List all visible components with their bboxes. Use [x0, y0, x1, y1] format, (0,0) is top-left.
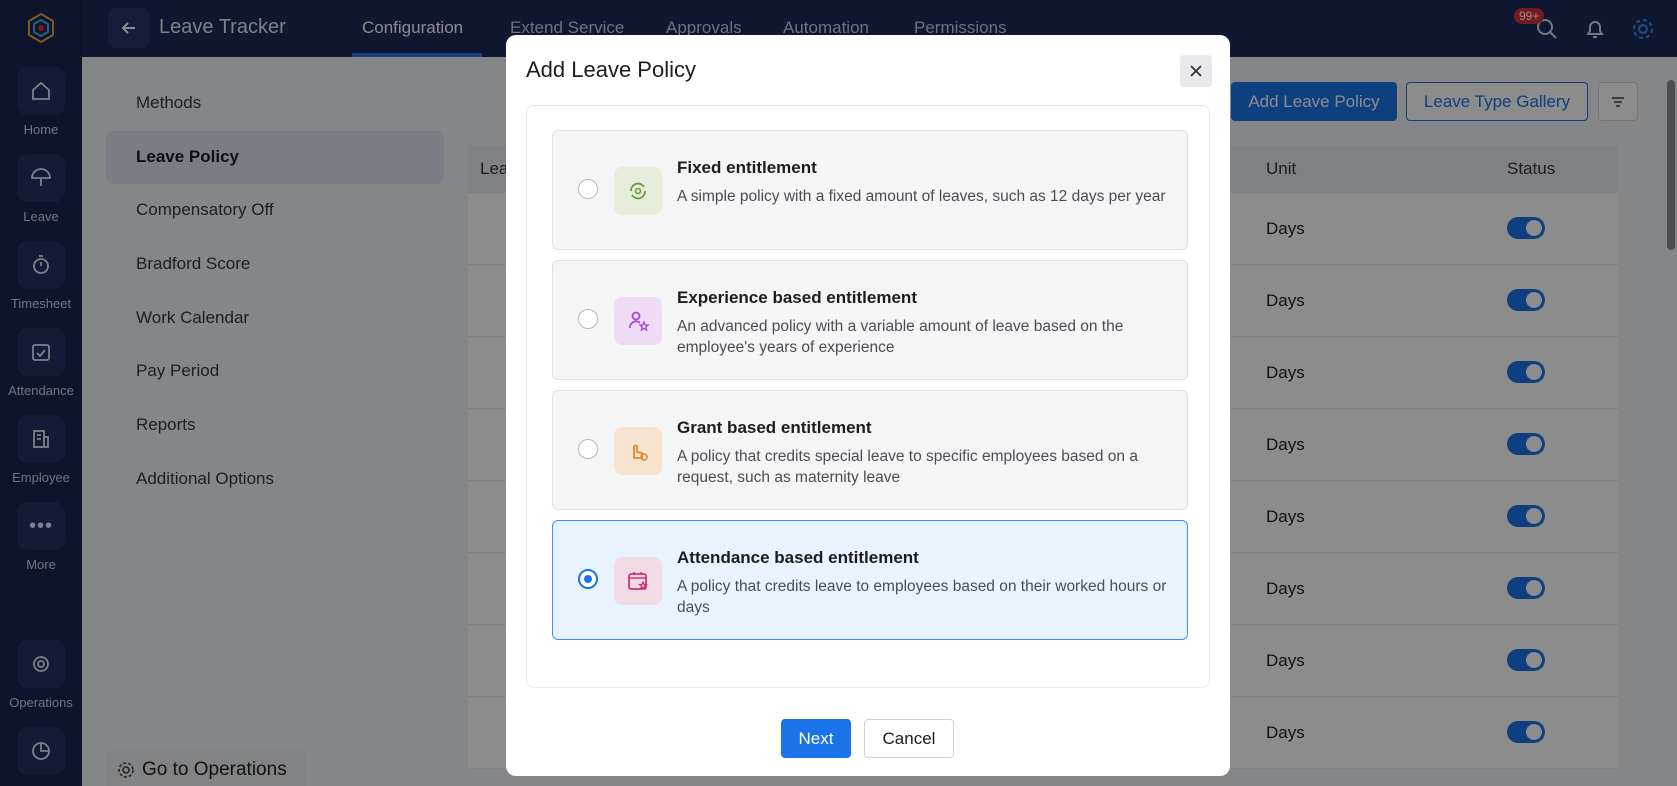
refresh-cycle-icon: [630, 182, 646, 200]
cancel-button[interactable]: Cancel: [864, 719, 954, 758]
close-button[interactable]: [1180, 55, 1212, 87]
option-grant-based-entitlement[interactable]: Grant based entitlement A policy that cr…: [552, 390, 1188, 510]
option-title: Experience based entitlement: [677, 288, 917, 307]
option-icon-tile: [614, 557, 662, 605]
option-description: A policy that credits leave to employees…: [677, 578, 1167, 616]
radio-button[interactable]: [578, 439, 598, 459]
user-star-icon: [629, 311, 650, 332]
option-icon-tile: [614, 427, 662, 475]
option-title: Attendance based entitlement: [677, 548, 919, 567]
calendar-star-icon: [628, 572, 649, 590]
option-description: A policy that credits special leave to s…: [677, 448, 1138, 486]
hand-coin-icon: [633, 444, 648, 461]
radio-button[interactable]: [578, 179, 598, 199]
modal-title: Add Leave Policy: [526, 57, 696, 82]
option-description: A simple policy with a fixed amount of l…: [677, 188, 1166, 205]
option-icon-tile: [614, 297, 662, 345]
next-button[interactable]: Next: [781, 719, 851, 758]
option-title: Grant based entitlement: [677, 418, 872, 437]
policy-options-panel: Fixed entitlement A simple policy with a…: [526, 105, 1210, 688]
option-attendance-based-entitlement[interactable]: Attendance based entitlement A policy th…: [552, 520, 1188, 640]
option-experience-based-entitlement[interactable]: Experience based entitlement An advanced…: [552, 260, 1188, 380]
add-leave-policy-modal: Add Leave Policy Fixed entitlement A sim…: [506, 35, 1230, 776]
close-icon: [1190, 65, 1202, 77]
option-description: An advanced policy with a variable amoun…: [677, 318, 1124, 356]
option-icon-tile: [614, 167, 662, 215]
option-fixed-entitlement[interactable]: Fixed entitlement A simple policy with a…: [552, 130, 1188, 250]
option-title: Fixed entitlement: [677, 158, 817, 177]
radio-button-selected[interactable]: [578, 569, 598, 589]
radio-button[interactable]: [578, 309, 598, 329]
